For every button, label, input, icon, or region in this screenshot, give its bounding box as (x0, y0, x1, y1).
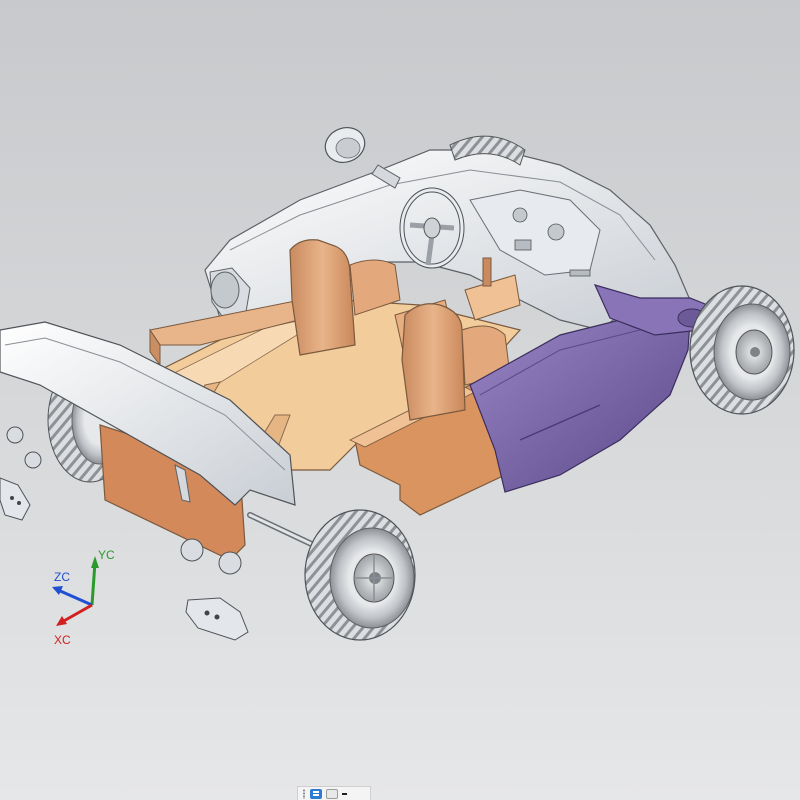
y-axis-label: YC (98, 548, 115, 562)
app-window-icon[interactable] (310, 788, 322, 799)
minimize-icon[interactable] (342, 792, 347, 795)
z-axis-line (57, 588, 93, 607)
coordinate-triad: YC ZC XC (52, 548, 115, 647)
x-axis-label: XC (54, 633, 71, 647)
taskbar (297, 786, 371, 800)
app-secondary-icon[interactable] (326, 788, 338, 799)
rear-right-wheel[interactable] (304, 509, 416, 641)
lamp-housing-right[interactable] (185, 597, 249, 641)
rear-axle[interactable] (247, 512, 323, 551)
z-axis-label: ZC (54, 570, 70, 584)
car-assembly-model[interactable] (0, 0, 800, 800)
graphics-viewport[interactable]: YC ZC XC (0, 0, 800, 800)
front-right-wheel[interactable] (689, 285, 795, 415)
y-axis-line (90, 561, 97, 606)
x-axis-line (61, 603, 93, 624)
grip-dots-icon[interactable] (302, 788, 306, 799)
lamp-housing-left[interactable] (0, 477, 31, 521)
